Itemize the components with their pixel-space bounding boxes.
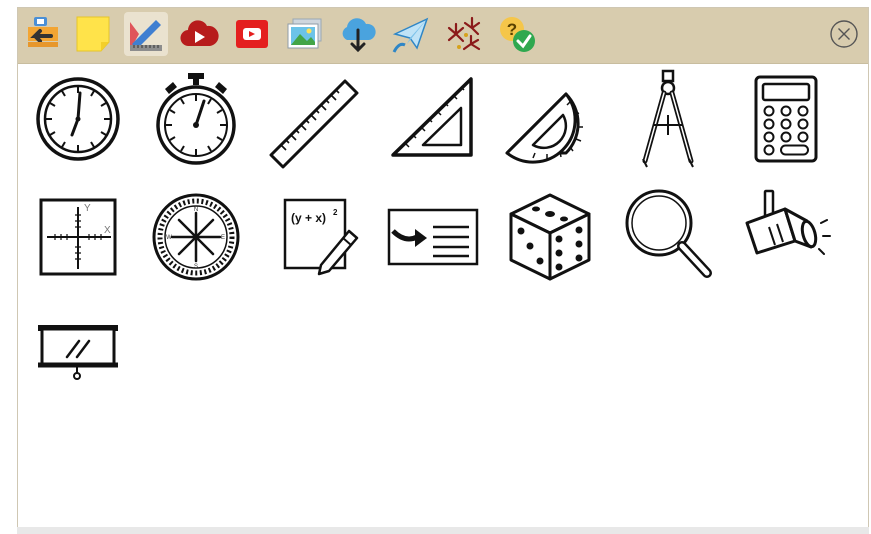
cloud-download-icon [342, 18, 376, 53]
compass-east-label: E [221, 235, 225, 241]
coordinate-grid-icon: Y X [39, 198, 117, 276]
tools-grid: Y X N S E W (y + x) 2 [18, 64, 868, 528]
protractor-tool[interactable] [505, 69, 595, 169]
image-gallery-button[interactable] [283, 12, 327, 56]
clock-icon [36, 77, 120, 161]
math-tools-window: ? Y X N S E W (y + x) 2 [17, 7, 869, 529]
set-square-tool[interactable] [387, 69, 477, 169]
sticky-note-button[interactable] [71, 12, 115, 56]
back-to-desktop-button[interactable] [21, 12, 65, 56]
spotlight-tool[interactable] [741, 187, 831, 287]
dice-tool[interactable] [505, 187, 595, 287]
stopwatch-tool[interactable] [151, 69, 241, 169]
formula-editor-icon: (y + x) 2 [283, 198, 359, 276]
formula-text: (y + x) [291, 211, 326, 225]
projector-screen-icon [38, 325, 118, 380]
calculator-icon [754, 75, 818, 163]
navigation-compass-icon: N S E W [152, 193, 240, 281]
compass-west-label: W [166, 235, 172, 241]
compass-south-label: S [194, 264, 198, 270]
clock-tool[interactable] [33, 69, 123, 169]
close-icon[interactable] [829, 19, 859, 49]
toolbar: ? [18, 8, 868, 64]
coordinate-grid-tool[interactable]: Y X [33, 187, 123, 287]
youtube-icon [236, 20, 268, 48]
coordinate-x-label: X [104, 225, 111, 236]
fireworks-button[interactable] [442, 12, 486, 56]
text-insert-icon [387, 208, 479, 266]
dice-icon [509, 193, 591, 281]
math-tools-icon [130, 20, 162, 51]
compass-north-label: N [194, 207, 198, 213]
paper-plane-icon [392, 17, 429, 53]
bottom-border [17, 527, 869, 534]
spotlight-icon [745, 189, 831, 255]
formula-exponent: 2 [333, 208, 338, 217]
cloud-video-button[interactable] [177, 12, 221, 56]
back-to-desktop-icon [28, 17, 58, 47]
formula-editor-tool[interactable]: (y + x) 2 [269, 187, 359, 287]
stopwatch-icon [156, 73, 236, 165]
fireworks-icon [447, 16, 481, 51]
calculator-tool[interactable] [741, 69, 831, 169]
cloud-download-button[interactable] [336, 12, 380, 56]
paper-plane-button[interactable] [389, 12, 433, 56]
ruler-tool[interactable] [269, 69, 359, 169]
drawing-compass-tool[interactable] [623, 69, 713, 169]
cloud-video-icon [180, 20, 219, 47]
question-check-icon: ? [500, 17, 535, 52]
youtube-button[interactable] [230, 12, 274, 56]
image-gallery-icon [287, 18, 322, 49]
set-square-icon [391, 77, 473, 157]
sticky-note-icon [76, 16, 110, 52]
magnifier-icon [625, 189, 712, 278]
question-check-button[interactable]: ? [495, 12, 539, 56]
protractor-icon [505, 92, 583, 164]
magnifier-tool[interactable] [623, 187, 713, 287]
coordinate-y-label: Y [84, 203, 91, 214]
projector-screen-tool[interactable] [33, 305, 123, 405]
drawing-compass-icon [642, 69, 694, 168]
math-tools-button[interactable] [124, 12, 168, 56]
navigation-compass-tool[interactable]: N S E W [151, 187, 241, 287]
ruler-icon [269, 79, 359, 169]
text-insert-tool[interactable] [387, 187, 479, 287]
